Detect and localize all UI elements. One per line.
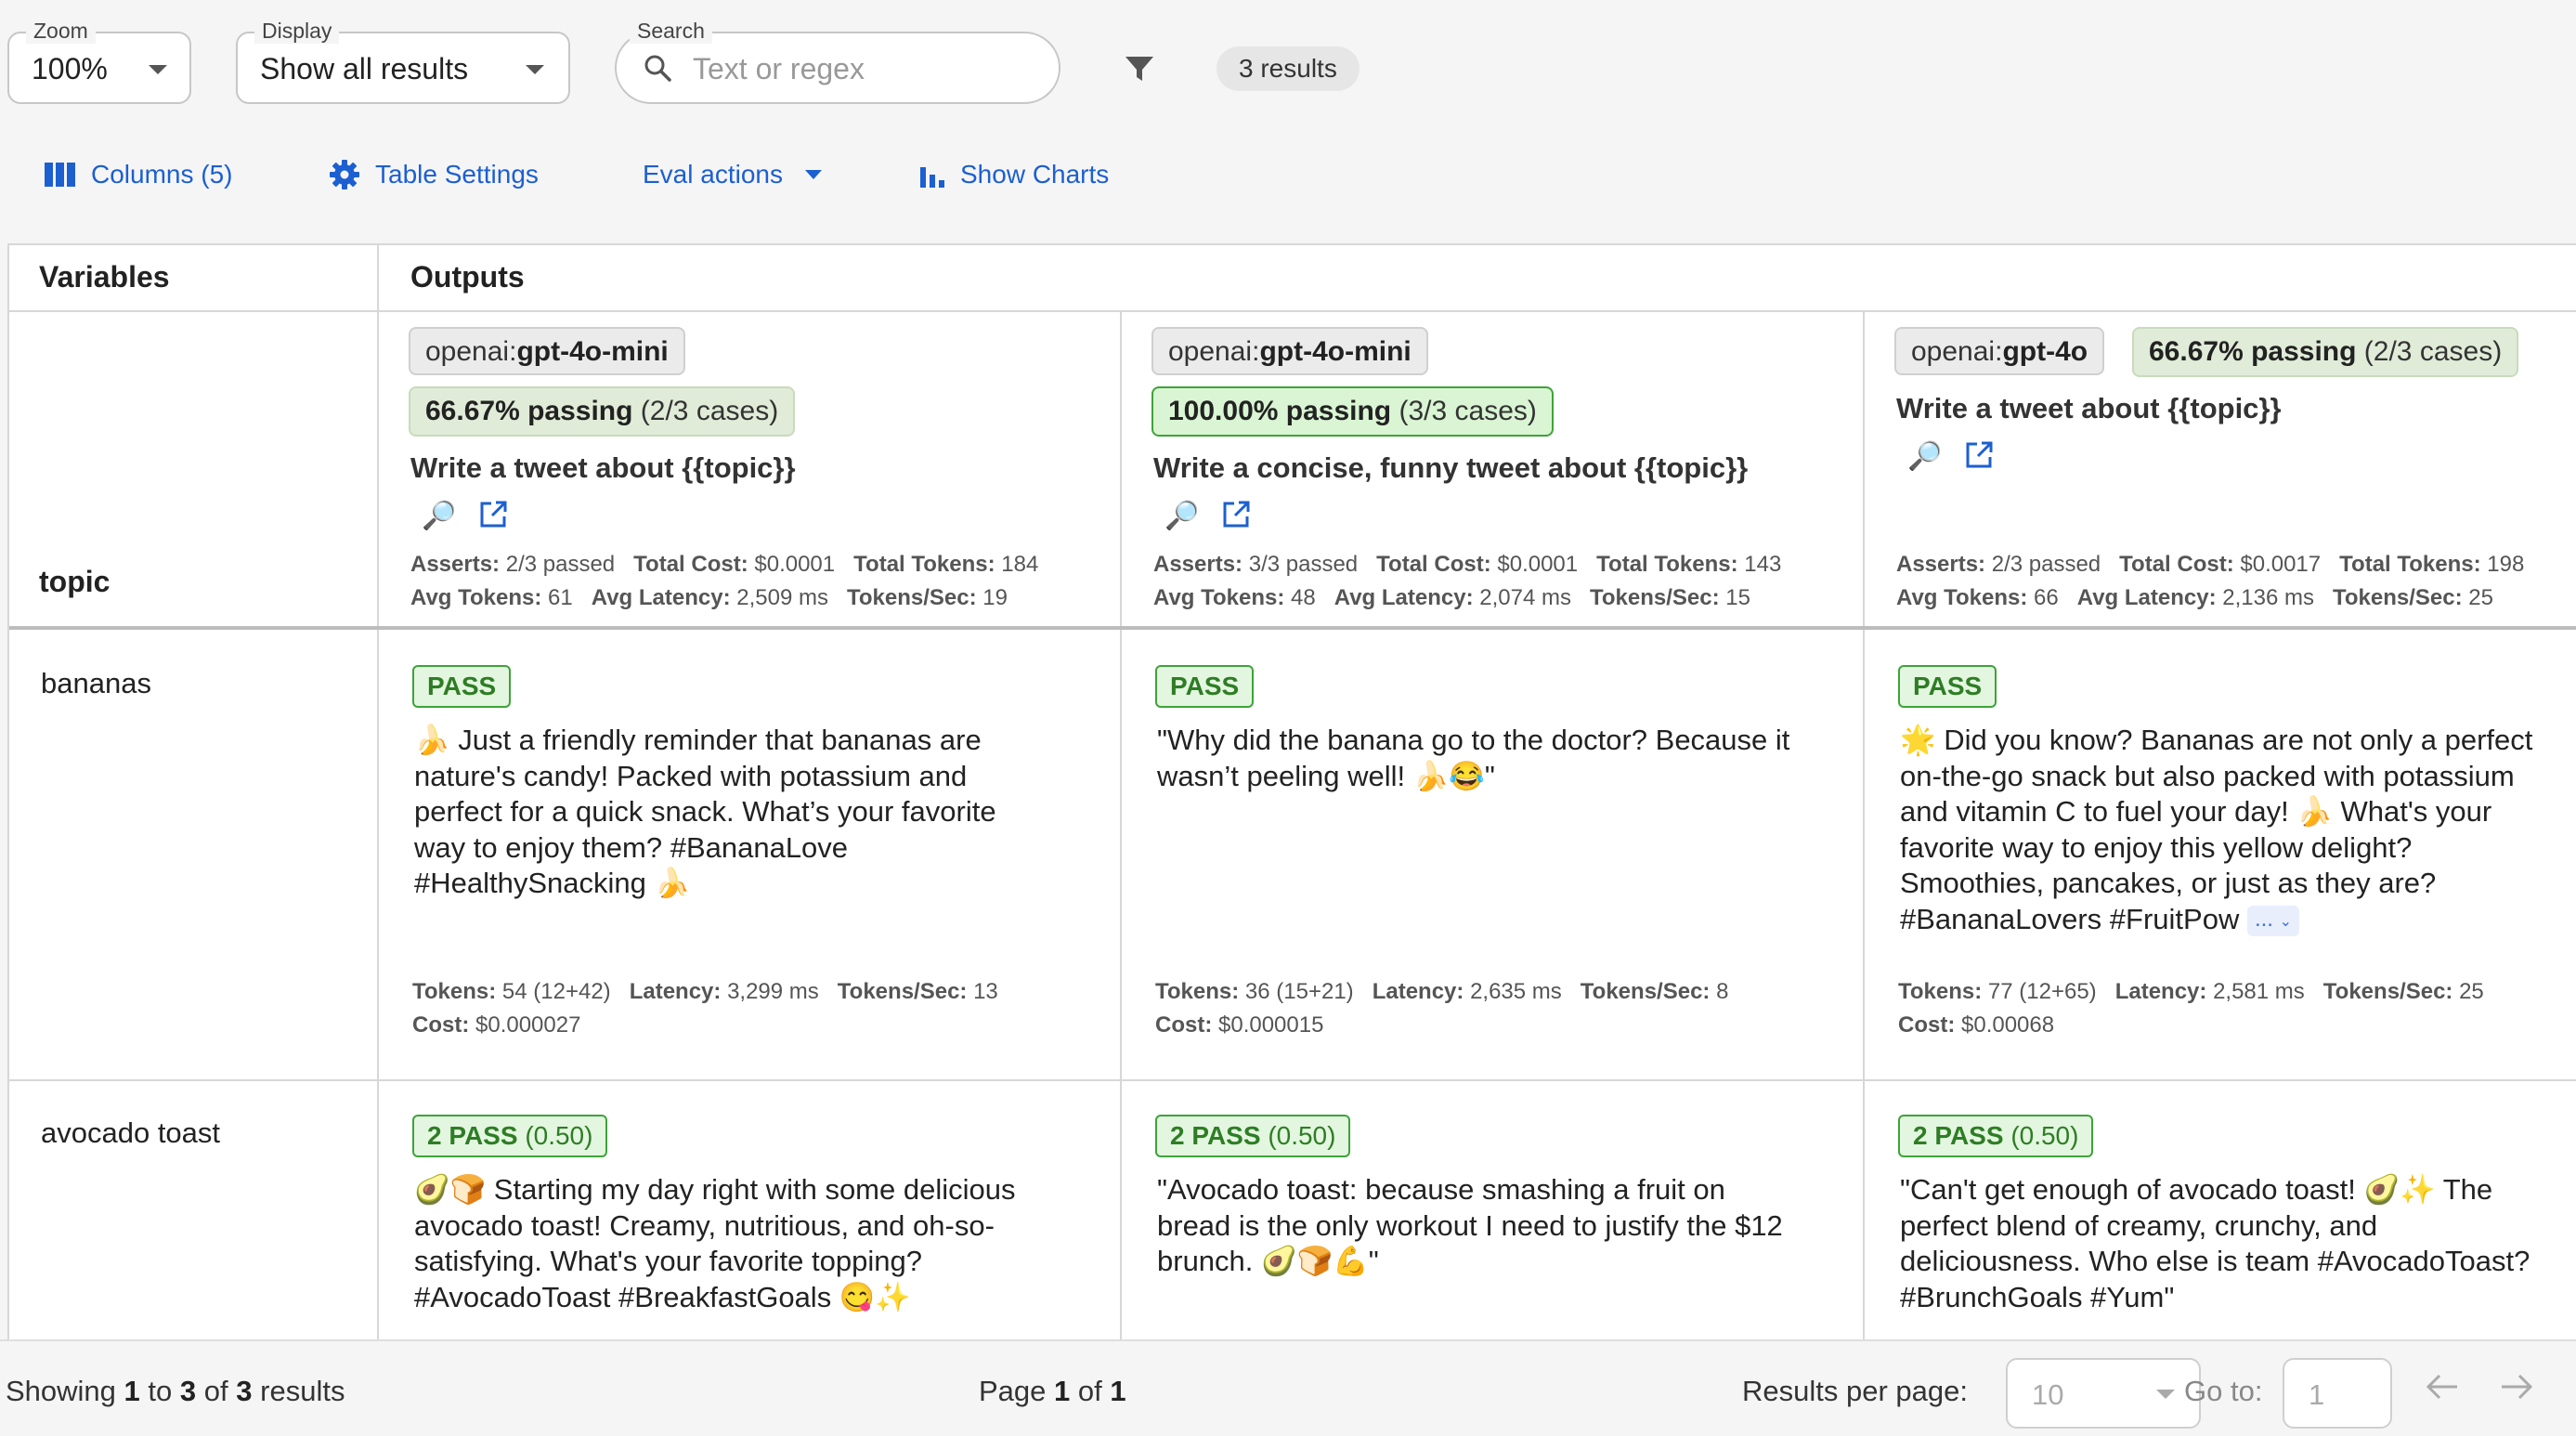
output-text: "Why did the banana go to the doctor? Be… (1157, 724, 1790, 792)
zoom-label: Zoom (26, 19, 96, 44)
zoom-select[interactable]: Zoom 100% (7, 19, 191, 104)
results-count-badge: 3 results (1216, 46, 1360, 91)
row-divider (9, 626, 2576, 630)
eval-actions-label: Eval actions (643, 160, 783, 189)
status-badge: PASS (412, 665, 512, 708)
status-badge: PASS (1155, 665, 1255, 708)
bar-chart-icon (920, 167, 944, 188)
eval-actions-button[interactable]: Eval actions (643, 154, 822, 195)
columns-icon (45, 163, 75, 187)
prompt-text: Write a concise, funny tweet about {{top… (1153, 451, 1749, 484)
outputs-header: Outputs (410, 260, 525, 294)
magnifier-icon[interactable]: 🔎 (422, 500, 456, 532)
status-badge: 2 PASS (0.50) (412, 1115, 608, 1157)
cell-metrics: Tokens: 36 (15+21) Latency: 2,635 ms Tok… (1155, 979, 1729, 1038)
columns-label: Columns (5) (91, 160, 233, 189)
open-external-icon[interactable] (1964, 440, 1994, 470)
open-external-icon[interactable] (478, 500, 508, 529)
output-text: 🍌 Just a friendly reminder that bananas … (414, 724, 996, 899)
previous-page-icon[interactable] (2426, 1373, 2459, 1401)
cell-metrics: Tokens: 54 (12+42) Latency: 3,299 ms Tok… (412, 979, 998, 1038)
caret-down-icon (804, 170, 822, 179)
display-label: Display (254, 19, 340, 44)
filter-icon[interactable] (1124, 54, 1155, 84)
columns-button[interactable]: Columns (5) (45, 154, 232, 195)
goto-page-value: 1 (2309, 1378, 2325, 1411)
table-settings-button[interactable]: Table Settings (329, 154, 539, 195)
pass-rate-badge: 66.67% passing (2/3 cases) (409, 386, 796, 437)
search-placeholder: Text or regex (693, 52, 865, 85)
chevron-down-icon: ⌄ (2279, 913, 2293, 930)
search-label: Search (630, 19, 712, 44)
page-indicator: Page 1 of 1 (979, 1375, 1126, 1407)
showing-results-text: Showing 1 to 3 of 3 results (6, 1375, 345, 1407)
magnifier-icon[interactable]: 🔎 (1164, 500, 1199, 532)
output-text: 🌟 Did you know? Bananas are not only a p… (1900, 724, 2533, 936)
results-per-page-value: 10 (2032, 1378, 2064, 1411)
show-charts-button[interactable]: Show Charts (919, 154, 1109, 195)
chevron-down-icon (526, 65, 544, 74)
search-icon (644, 55, 671, 82)
status-badge: PASS (1898, 665, 1997, 708)
output-text: "Avocado toast: because smashing a fruit… (1157, 1173, 1783, 1277)
column-divider (1120, 310, 1122, 1341)
column-summary-metrics: Asserts: 3/3 passed Total Cost: $0.0001 … (1153, 552, 1782, 610)
prompt-text: Write a tweet about {{topic}} (1896, 392, 2282, 424)
open-external-icon[interactable] (1221, 500, 1251, 529)
zoom-value: 100% (32, 52, 108, 85)
column-summary-metrics: Asserts: 2/3 passed Total Cost: $0.0001 … (410, 552, 1039, 610)
output-text: 🥑🍞 Starting my day right with some delic… (414, 1173, 1016, 1313)
cell-metrics: Tokens: 77 (12+65) Latency: 2,581 ms Tok… (1898, 979, 2484, 1038)
variable-name: topic (39, 565, 111, 598)
magnifier-icon[interactable]: 🔎 (1907, 440, 1942, 473)
goto-label: Go to: (2184, 1375, 2263, 1407)
show-charts-label: Show Charts (960, 160, 1110, 189)
next-page-icon[interactable] (2500, 1373, 2533, 1401)
results-per-page-label: Results per page: (1742, 1375, 1968, 1407)
chevron-down-icon (149, 65, 167, 74)
variables-header: Variables (39, 260, 170, 294)
pagination-footer: Showing 1 to 3 of 3 results Page 1 of 1 … (0, 1339, 2576, 1436)
gear-icon (330, 160, 359, 189)
provider-label: openai:gpt-4o-mini (409, 327, 685, 375)
status-badge: 2 PASS (0.50) (1155, 1115, 1351, 1157)
table-settings-label: Table Settings (375, 160, 539, 189)
column-divider (377, 245, 379, 1341)
goto-page-input[interactable]: 1 (2283, 1358, 2392, 1429)
row-divider (9, 310, 2576, 312)
provider-label: openai:gpt-4o-mini (1151, 327, 1428, 375)
variable-value: avocado toast (41, 1116, 221, 1149)
column-summary-metrics: Asserts: 2/3 passed Total Cost: $0.0017 … (1896, 552, 2525, 610)
search-input[interactable]: Search Text or regex (615, 19, 1060, 104)
output-text: "Can't get enough of avocado toast! 🥑✨ T… (1900, 1173, 2530, 1313)
results-table: Variables Outputs topic openai:gpt-4o-mi… (7, 243, 2576, 1341)
prompt-text: Write a tweet about {{topic}} (410, 451, 796, 484)
column-divider (1863, 310, 1865, 1341)
status-badge: 2 PASS (0.50) (1898, 1115, 2094, 1157)
results-per-page-select[interactable]: 10 (2006, 1358, 2201, 1429)
display-value: Show all results (260, 52, 469, 85)
chevron-down-icon (2156, 1390, 2175, 1399)
pass-rate-badge: 66.67% passing (2/3 cases) (2132, 327, 2519, 377)
pass-rate-badge: 100.00% passing (3/3 cases) (1151, 386, 1554, 437)
display-select[interactable]: Display Show all results (236, 19, 570, 104)
variable-value: bananas (41, 667, 151, 699)
row-divider (9, 1079, 2576, 1081)
expand-output-button[interactable]: ... ⌄ (2246, 905, 2300, 936)
provider-label: openai:gpt-4o (1894, 327, 2105, 375)
